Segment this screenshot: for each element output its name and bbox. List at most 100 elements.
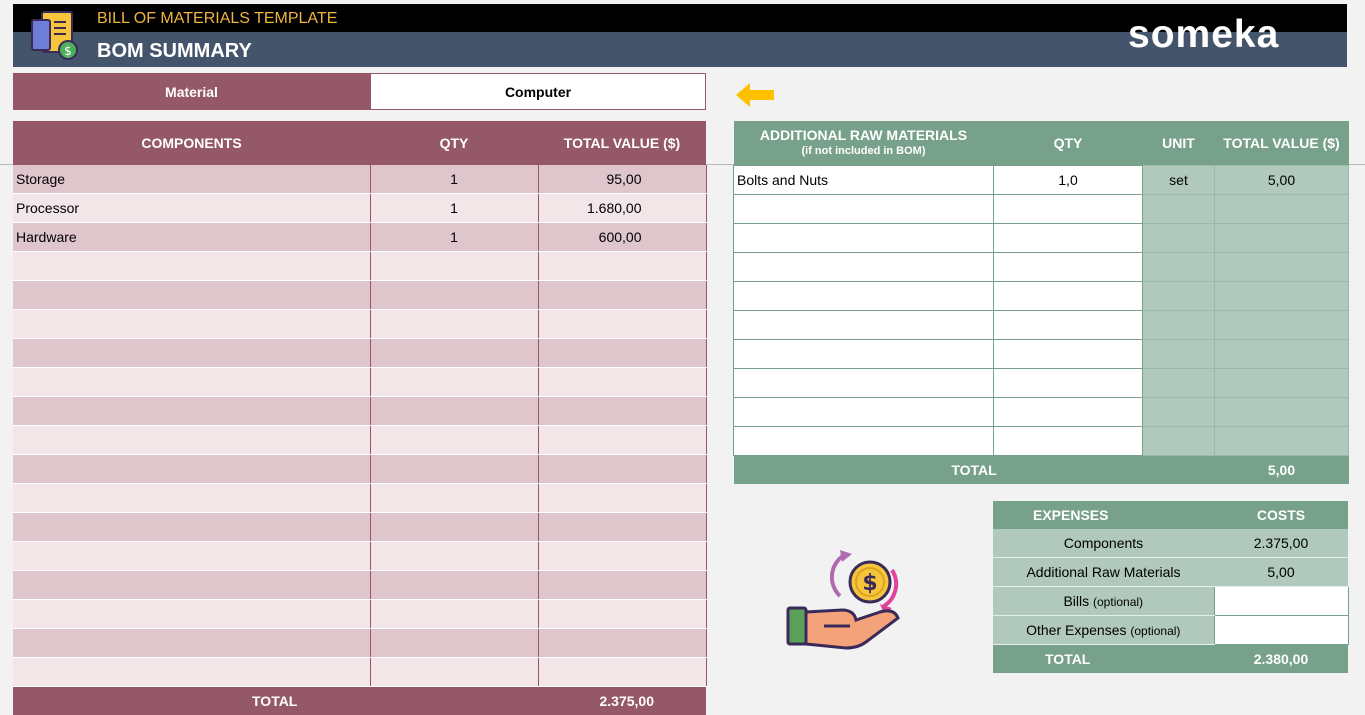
raw-material-qty-cell[interactable] <box>994 398 1143 427</box>
table-row <box>13 455 706 484</box>
component-name-cell[interactable]: Storage <box>13 165 370 194</box>
raw-material-unit-cell <box>1143 427 1215 456</box>
raw-material-name-cell[interactable] <box>734 282 994 311</box>
component-value-cell[interactable]: 95,00 <box>538 165 706 194</box>
component-value-cell[interactable] <box>538 484 706 513</box>
component-value-cell[interactable] <box>538 600 706 629</box>
component-qty-cell[interactable] <box>370 571 538 600</box>
raw-material-name-cell[interactable] <box>734 195 994 224</box>
raw-material-qty-cell[interactable] <box>994 224 1143 253</box>
component-name-cell[interactable] <box>13 426 370 455</box>
component-value-cell[interactable] <box>538 252 706 281</box>
component-qty-cell[interactable] <box>370 484 538 513</box>
component-name-cell[interactable] <box>13 339 370 368</box>
raw-material-qty-cell[interactable] <box>994 311 1143 340</box>
component-qty-cell[interactable] <box>370 455 538 484</box>
component-qty-cell[interactable] <box>370 629 538 658</box>
component-name-cell[interactable]: Hardware <box>13 223 370 252</box>
component-qty-cell[interactable] <box>370 426 538 455</box>
component-value-cell[interactable] <box>538 339 706 368</box>
component-qty-cell[interactable] <box>370 281 538 310</box>
raw-material-name-cell[interactable] <box>734 224 994 253</box>
component-value-cell[interactable]: 1.680,00 <box>538 194 706 223</box>
raw-material-unit-cell <box>1143 369 1215 398</box>
expense-cost-cell[interactable] <box>1214 587 1348 616</box>
component-value-cell[interactable] <box>538 368 706 397</box>
expense-cost-cell[interactable] <box>1214 616 1348 645</box>
raw-material-name-cell[interactable] <box>734 427 994 456</box>
raw-material-name-cell[interactable] <box>734 340 994 369</box>
raw-material-qty-cell[interactable] <box>994 253 1143 282</box>
component-value-cell[interactable] <box>538 629 706 658</box>
component-name-cell[interactable] <box>13 658 370 687</box>
raw-material-qty-cell[interactable] <box>994 369 1143 398</box>
component-name-cell[interactable]: Processor <box>13 194 370 223</box>
component-name-cell[interactable] <box>13 310 370 339</box>
raw-material-name-cell[interactable] <box>734 311 994 340</box>
component-name-cell[interactable] <box>13 368 370 397</box>
component-value-cell[interactable] <box>538 426 706 455</box>
component-name-cell[interactable] <box>13 600 370 629</box>
raw-material-value-cell <box>1215 224 1349 253</box>
raw-material-name-cell[interactable] <box>734 253 994 282</box>
raw-material-value-cell <box>1215 398 1349 427</box>
raw-material-unit-cell: set <box>1143 166 1215 195</box>
raw-material-unit-cell <box>1143 311 1215 340</box>
raw-material-name-cell[interactable] <box>734 398 994 427</box>
raw-material-qty-cell[interactable] <box>994 282 1143 311</box>
raw-material-value-cell <box>1215 253 1349 282</box>
component-name-cell[interactable] <box>13 571 370 600</box>
component-name-cell[interactable] <box>13 484 370 513</box>
raw-material-qty-cell[interactable] <box>994 340 1143 369</box>
component-value-cell[interactable] <box>538 658 706 687</box>
raw-material-qty-cell[interactable] <box>994 195 1143 224</box>
component-name-cell[interactable] <box>13 455 370 484</box>
raw-material-name-cell[interactable] <box>734 369 994 398</box>
raw-material-qty-cell[interactable] <box>994 427 1143 456</box>
component-value-cell[interactable]: 600,00 <box>538 223 706 252</box>
component-value-cell[interactable] <box>538 455 706 484</box>
component-qty-cell[interactable] <box>370 542 538 571</box>
component-name-cell[interactable] <box>13 542 370 571</box>
raw-material-qty-cell[interactable]: 1,0 <box>994 166 1143 195</box>
col-header-raw-materials: ADDITIONAL RAW MATERIALS (if not include… <box>734 121 994 166</box>
raw-materials-title: ADDITIONAL RAW MATERIALS <box>760 127 967 143</box>
raw-material-unit-cell <box>1143 398 1215 427</box>
material-select[interactable]: Computer <box>370 73 706 110</box>
table-row: Bills (optional) <box>993 587 1348 616</box>
component-qty-cell[interactable]: 1 <box>370 194 538 223</box>
component-name-cell[interactable] <box>13 252 370 281</box>
brand-logo[interactable]: someka <box>1128 12 1279 58</box>
component-qty-cell[interactable] <box>370 513 538 542</box>
component-qty-cell[interactable] <box>370 252 538 281</box>
component-qty-cell[interactable] <box>370 339 538 368</box>
component-value-cell[interactable] <box>538 571 706 600</box>
hand-money-icon: $ <box>784 548 912 652</box>
component-qty-cell[interactable] <box>370 600 538 629</box>
table-row <box>13 310 706 339</box>
expense-label-cell: Additional Raw Materials <box>993 558 1214 587</box>
raw-material-unit-cell <box>1143 224 1215 253</box>
table-row <box>13 484 706 513</box>
component-value-cell[interactable] <box>538 281 706 310</box>
component-value-cell[interactable] <box>538 513 706 542</box>
component-value-cell[interactable] <box>538 397 706 426</box>
component-name-cell[interactable] <box>13 281 370 310</box>
component-qty-cell[interactable]: 1 <box>370 165 538 194</box>
component-value-cell[interactable] <box>538 310 706 339</box>
component-name-cell[interactable] <box>13 397 370 426</box>
raw-material-name-cell[interactable]: Bolts and Nuts <box>734 166 994 195</box>
component-qty-cell[interactable] <box>370 658 538 687</box>
component-qty-cell[interactable] <box>370 310 538 339</box>
table-row <box>13 600 706 629</box>
raw-materials-total-value: 5,00 <box>1215 456 1349 485</box>
component-qty-cell[interactable] <box>370 368 538 397</box>
component-value-cell[interactable] <box>538 542 706 571</box>
raw-material-value-cell <box>1215 369 1349 398</box>
components-total-value: 2.375,00 <box>538 687 706 715</box>
component-qty-cell[interactable] <box>370 397 538 426</box>
component-qty-cell[interactable]: 1 <box>370 223 538 252</box>
table-row <box>734 195 1349 224</box>
component-name-cell[interactable] <box>13 629 370 658</box>
component-name-cell[interactable] <box>13 513 370 542</box>
